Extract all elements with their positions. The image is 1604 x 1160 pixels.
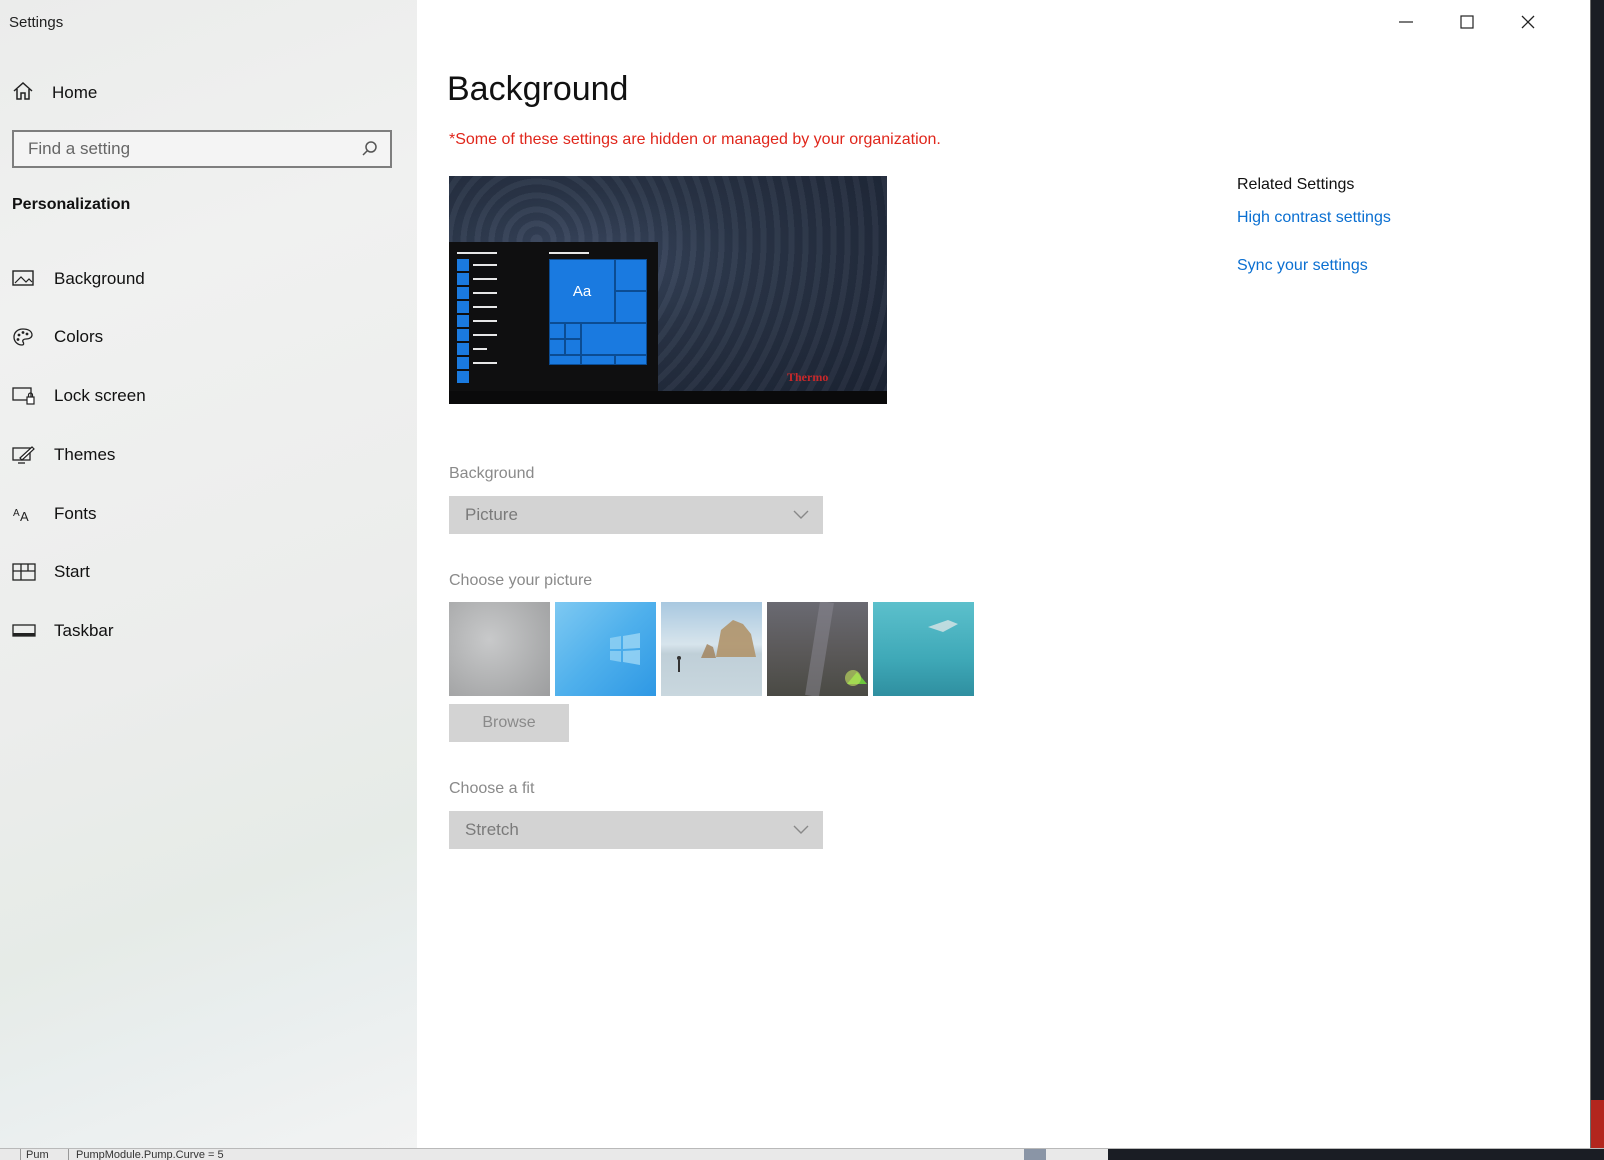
- chevron-down-icon: [793, 820, 809, 840]
- sidebar-item-label: Themes: [54, 445, 116, 464]
- preview-brand-logo: Thermo: [787, 370, 829, 384]
- page-title: Background: [447, 70, 629, 108]
- related-settings-title: Related Settings: [1237, 176, 1355, 193]
- close-icon: [1521, 15, 1535, 29]
- background-label: Background: [449, 465, 535, 482]
- sidebar-item-label: Background: [54, 269, 145, 288]
- palette-icon: [12, 326, 38, 348]
- choose-fit-label: Choose a fit: [449, 780, 535, 797]
- sidebar-item-lock-screen[interactable]: Lock screen: [12, 381, 146, 411]
- sidebar-item-themes[interactable]: Themes: [12, 440, 115, 470]
- home-icon: [12, 81, 34, 106]
- background-type-value: Picture: [465, 505, 518, 524]
- desktop-background-strip: [1590, 0, 1604, 1160]
- search-box[interactable]: [12, 130, 392, 168]
- start-icon: [12, 561, 38, 583]
- choose-picture-label: Choose your picture: [449, 572, 593, 589]
- sidebar-item-label: Lock screen: [54, 386, 146, 405]
- taskbar-icon: [12, 620, 38, 642]
- search-input[interactable]: [14, 138, 358, 160]
- lock-screen-icon: [12, 385, 38, 407]
- svg-text:A: A: [13, 508, 20, 519]
- home-label: Home: [52, 83, 98, 102]
- svg-text:A: A: [20, 509, 29, 524]
- preview-tile-label: Aa: [572, 282, 592, 300]
- background-preview: Aa Thermo: [449, 176, 887, 404]
- sidebar-item-fonts[interactable]: AA Fonts: [12, 499, 97, 529]
- settings-window: Settings Home Personalization Background: [0, 0, 1590, 1148]
- sidebar-item-label: Start: [54, 562, 90, 581]
- fonts-icon: AA: [12, 503, 38, 525]
- high-contrast-settings-link[interactable]: High contrast settings: [1237, 209, 1391, 227]
- sidebar-item-background[interactable]: Background: [12, 264, 145, 294]
- picture-thumbnail[interactable]: [449, 602, 550, 696]
- picture-thumbnails: [449, 602, 974, 696]
- section-title: Personalization: [12, 196, 131, 213]
- minimize-button[interactable]: [1377, 6, 1435, 38]
- sidebar-item-label: Colors: [54, 327, 104, 346]
- picture-thumbnail[interactable]: [767, 602, 868, 696]
- sidebar-item-colors[interactable]: Colors: [12, 322, 103, 352]
- picture-thumbnail[interactable]: [873, 602, 974, 696]
- browse-button[interactable]: Browse: [449, 704, 569, 742]
- main-content: Background *Some of these settings are h…: [417, 0, 1590, 1148]
- minimize-icon: [1399, 21, 1413, 23]
- fit-value: Stretch: [465, 820, 519, 839]
- sidebar-item-taskbar[interactable]: Taskbar: [12, 616, 114, 646]
- fit-dropdown[interactable]: Stretch: [449, 811, 823, 849]
- sidebar-item-label: Fonts: [54, 504, 97, 523]
- sidebar-item-label: Taskbar: [54, 621, 114, 640]
- close-button[interactable]: [1499, 6, 1557, 38]
- sidebar: Settings Home Personalization Background: [0, 0, 417, 1148]
- managed-warning: *Some of these settings are hidden or ma…: [449, 131, 941, 148]
- themes-icon: [12, 444, 38, 466]
- maximize-icon: [1460, 15, 1474, 29]
- chevron-down-icon: [793, 505, 809, 525]
- background-app-statusbar: Pum PumpModule.Pump.Curve = 5: [0, 1148, 1604, 1160]
- sidebar-item-start[interactable]: Start: [12, 557, 90, 587]
- home-nav-item[interactable]: Home: [12, 78, 97, 108]
- picture-thumbnail[interactable]: [661, 602, 762, 696]
- background-type-dropdown[interactable]: Picture: [449, 496, 823, 534]
- picture-thumbnail[interactable]: [555, 602, 656, 696]
- app-title: Settings: [9, 14, 64, 31]
- maximize-button[interactable]: [1438, 6, 1496, 38]
- sync-settings-link[interactable]: Sync your settings: [1237, 257, 1368, 275]
- picture-icon: [12, 268, 38, 290]
- search-icon[interactable]: [358, 140, 382, 158]
- statusbar-cell: Pum: [26, 1149, 49, 1160]
- statusbar-cell: PumpModule.Pump.Curve = 5: [76, 1149, 224, 1160]
